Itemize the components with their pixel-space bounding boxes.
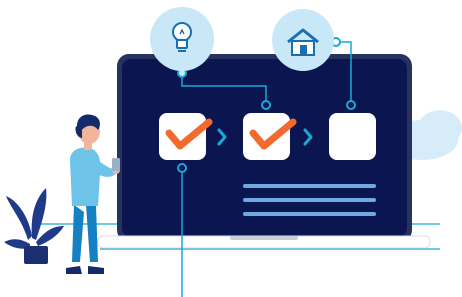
step-box-2 [243, 113, 297, 160]
illustration-canvas [4, 7, 462, 297]
connector-node [261, 100, 271, 110]
laptop-notch [230, 236, 298, 240]
person-figure [66, 114, 120, 274]
connector-node [177, 163, 187, 173]
text-line [243, 184, 376, 188]
text-line [243, 212, 376, 216]
connector-node [346, 100, 356, 110]
house-bubble [272, 9, 334, 71]
plant-icon [4, 188, 64, 264]
lightbulb-bubble [150, 7, 214, 71]
step-box-1 [159, 113, 213, 160]
workflow-illustration [0, 0, 462, 297]
text-line [243, 198, 376, 202]
step-box-3 [329, 113, 376, 160]
